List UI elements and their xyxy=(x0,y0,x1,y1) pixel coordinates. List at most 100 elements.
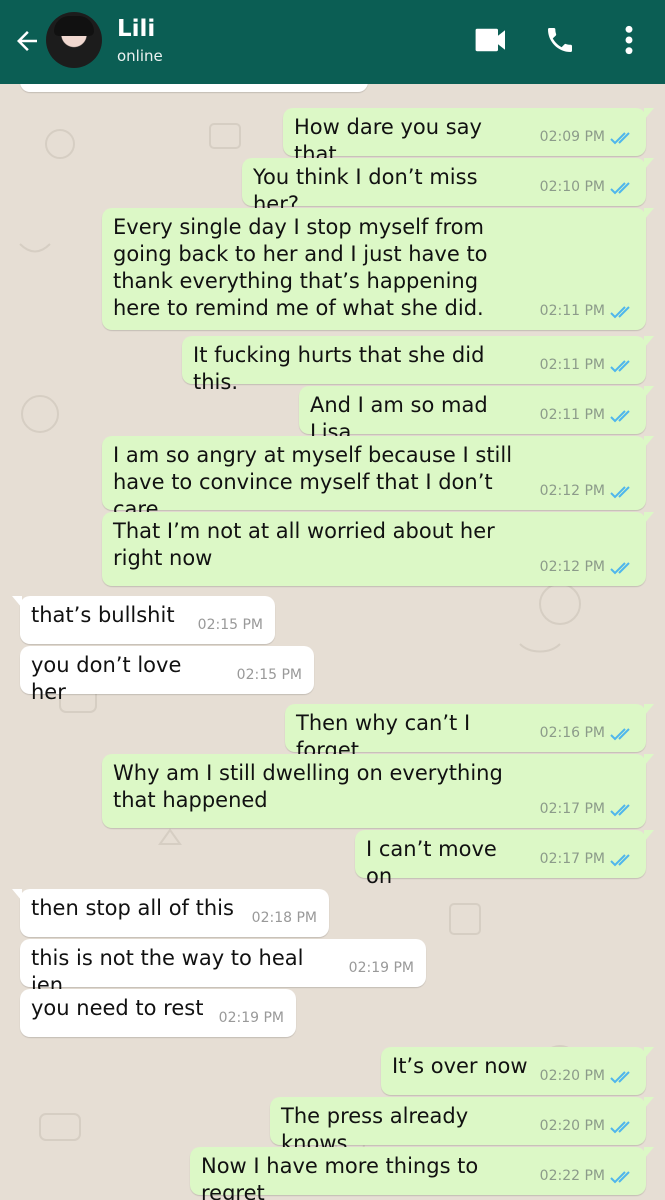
more-options-icon[interactable] xyxy=(618,24,640,56)
bubble-tail xyxy=(644,754,654,766)
message-text: I am so angry at myself because I still … xyxy=(113,443,513,521)
message-meta: 02:11 PM xyxy=(540,402,634,429)
message-time: 02:17 PM xyxy=(539,801,605,817)
back-arrow-icon[interactable] xyxy=(12,26,42,56)
read-receipt-double-check-icon xyxy=(610,1170,630,1183)
contact-status: online xyxy=(117,47,163,65)
message-text: that’s bullshit xyxy=(31,603,175,627)
message-text: It’s over now xyxy=(392,1054,528,1078)
message-text: you need to rest xyxy=(31,996,204,1020)
message-time: 02:10 PM xyxy=(539,179,605,195)
message-meta: 02:17 PM xyxy=(540,846,634,873)
read-receipt-double-check-icon xyxy=(610,131,630,144)
message-meta: 02:11 PM xyxy=(540,298,634,325)
message-meta: 02:12 PM xyxy=(540,554,634,581)
read-receipt-double-check-icon xyxy=(610,485,630,498)
message-time: 02:20 PM xyxy=(539,1118,605,1134)
message-meta: 02:19 PM xyxy=(349,955,414,982)
message-text: Now I have more things to regret xyxy=(201,1154,479,1200)
message-time: 02:12 PM xyxy=(539,559,605,575)
message-time: 02:16 PM xyxy=(539,725,605,741)
bubble-tail xyxy=(644,386,654,398)
message-meta: 02:20 PM xyxy=(540,1063,634,1090)
message-time: 02:11 PM xyxy=(539,407,605,423)
bubble-tail xyxy=(644,336,654,348)
read-receipt-double-check-icon xyxy=(610,359,630,372)
bubble-tail xyxy=(644,704,654,716)
message-text: Why am I still dwelling on everything th… xyxy=(113,761,503,812)
outgoing-message[interactable]: Now I have more things to regret 02:22 PM xyxy=(190,1147,654,1200)
message-text: That I’m not at all worried about her ri… xyxy=(113,519,495,570)
incoming-message[interactable]: you need to rest 02:19 PM xyxy=(20,989,296,1037)
read-receipt-double-check-icon xyxy=(610,305,630,318)
bubble-tail xyxy=(644,1047,654,1059)
read-receipt-double-check-icon xyxy=(610,803,630,816)
bubble-tail xyxy=(12,596,22,608)
outgoing-message[interactable]: Every single day I stop myself from goin… xyxy=(102,208,654,330)
phone-call-icon[interactable] xyxy=(544,24,576,56)
outgoing-message[interactable]: The press already knows 02:20 PM xyxy=(270,1097,654,1155)
message-time: 02:19 PM xyxy=(348,960,414,976)
read-receipt-double-check-icon xyxy=(610,409,630,422)
outgoing-message[interactable]: It’s over now 02:20 PM xyxy=(381,1047,654,1095)
bubble-tail xyxy=(644,108,654,120)
read-receipt-double-check-icon xyxy=(610,727,630,740)
contact-name[interactable]: Lili xyxy=(117,16,155,42)
message-time: 02:19 PM xyxy=(218,1010,284,1026)
message-meta: 02:20 PM xyxy=(540,1113,634,1140)
message-time: 02:22 PM xyxy=(539,1168,605,1184)
outgoing-message[interactable]: And I am so mad Lisa 02:11 PM xyxy=(299,386,654,444)
message-meta: 02:09 PM xyxy=(540,124,634,151)
message-meta: 02:11 PM xyxy=(540,352,634,379)
incoming-message[interactable]: you don’t love her 02:15 PM xyxy=(20,646,314,704)
outgoing-message[interactable]: Then why can’t I forget 02:16 PM xyxy=(285,704,654,762)
chat-header: Lili online xyxy=(0,0,665,84)
chat-area[interactable]: How dare you say that. 02:09 PM You think … xyxy=(0,84,665,1200)
message-time: 02:20 PM xyxy=(539,1068,605,1084)
bubble-tail xyxy=(644,208,654,220)
message-text: then stop all of this xyxy=(31,896,234,920)
bubble-tail xyxy=(644,830,654,842)
message-meta: 02:12 PM xyxy=(540,478,634,505)
read-receipt-double-check-icon xyxy=(610,1070,630,1083)
message-meta: 02:17 PM xyxy=(540,796,634,823)
outgoing-message[interactable]: I can’t move on 02:17 PM xyxy=(355,830,654,888)
outgoing-message[interactable]: It fucking hurts that she did this. 02:11… xyxy=(182,336,654,394)
message-time: 02:15 PM xyxy=(236,667,302,683)
bubble-tail xyxy=(12,889,22,901)
incoming-message[interactable]: then stop all of this 02:18 PM xyxy=(12,889,329,937)
incoming-message[interactable]: this is not the way to heal jen 02:19 PM xyxy=(20,939,426,997)
incoming-message[interactable]: that’s bullshit 02:15 PM xyxy=(12,596,275,644)
bubble-tail xyxy=(644,436,654,448)
message-time: 02:09 PM xyxy=(539,129,605,145)
bubble-tail xyxy=(644,512,654,524)
outgoing-message[interactable]: You think I don’t miss her? 02:10 PM xyxy=(242,158,654,216)
message-time: 02:11 PM xyxy=(539,303,605,319)
bubble-tail xyxy=(644,1147,654,1159)
outgoing-message[interactable]: How dare you say that. 02:09 PM xyxy=(283,108,654,166)
message-meta: 02:19 PM xyxy=(219,1005,284,1032)
message-meta: 02:16 PM xyxy=(540,720,634,747)
read-receipt-double-check-icon xyxy=(610,181,630,194)
avatar[interactable] xyxy=(46,12,102,68)
message-time: 02:18 PM xyxy=(251,910,317,926)
outgoing-message[interactable]: I am so angry at myself because I still … xyxy=(102,436,654,521)
read-receipt-double-check-icon xyxy=(610,561,630,574)
message-meta: 02:18 PM xyxy=(252,905,317,932)
read-receipt-double-check-icon xyxy=(610,853,630,866)
message-time: 02:12 PM xyxy=(539,483,605,499)
message-meta: 02:22 PM xyxy=(540,1163,634,1190)
outgoing-message[interactable]: That I’m not at all worried about her ri… xyxy=(102,512,654,586)
partial-incoming-bubble xyxy=(20,84,368,92)
message-meta: 02:15 PM xyxy=(237,662,302,689)
bubble-tail xyxy=(644,158,654,170)
message-meta: 02:10 PM xyxy=(540,174,634,201)
message-time: 02:11 PM xyxy=(539,357,605,373)
message-meta: 02:15 PM xyxy=(198,612,263,639)
video-call-icon[interactable] xyxy=(474,26,508,54)
message-time: 02:15 PM xyxy=(197,617,263,633)
read-receipt-double-check-icon xyxy=(610,1120,630,1133)
outgoing-message[interactable]: Why am I still dwelling on everything th… xyxy=(102,754,654,828)
message-time: 02:17 PM xyxy=(539,851,605,867)
bubble-tail xyxy=(644,1097,654,1109)
